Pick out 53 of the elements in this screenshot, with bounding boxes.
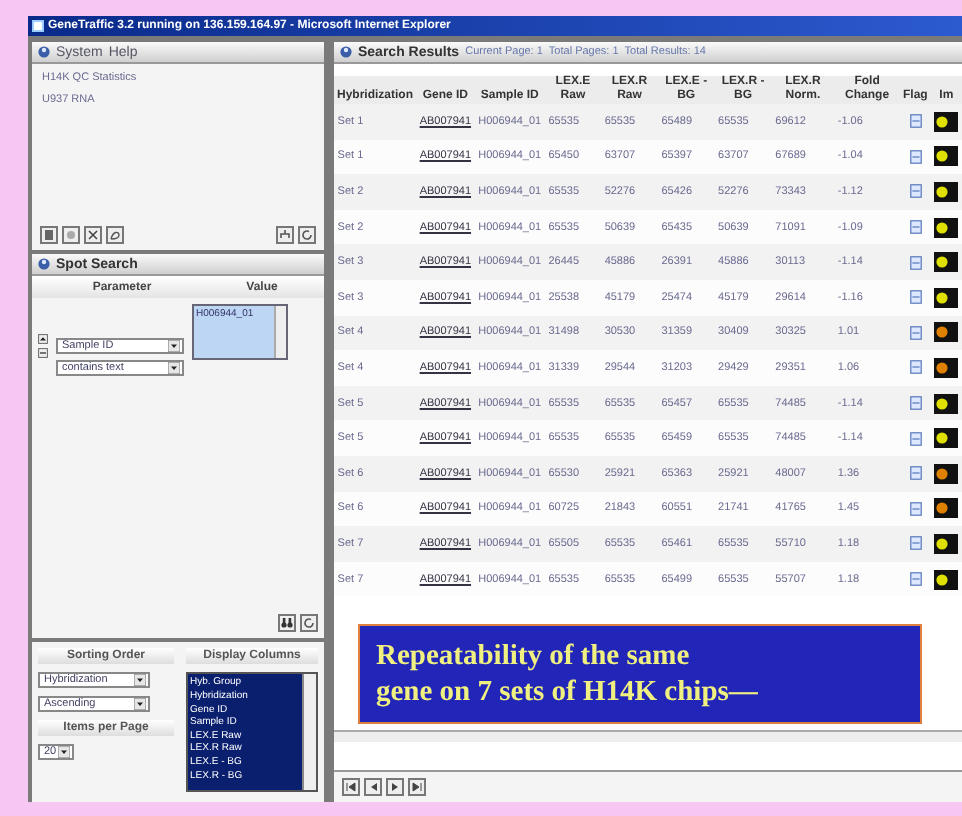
flag-icon[interactable] [909,466,922,481]
remove-icon[interactable] [38,348,48,359]
flag-icon[interactable] [909,290,922,305]
refresh-icon[interactable] [298,226,316,245]
panel-icon [340,46,352,58]
spot-thumbnail [934,322,959,343]
panel-icon [38,46,50,58]
flag-icon[interactable] [909,431,922,446]
spot-thumbnail [934,569,959,590]
spot-thumbnail [934,393,959,414]
refresh-icon[interactable] [300,614,318,633]
flag-icon[interactable] [909,184,922,199]
caret-icon [168,362,180,375]
spot-thumbnail [934,181,959,202]
flag-icon[interactable] [909,536,922,551]
spot-thumbnail [934,533,959,554]
flag-icon[interactable] [909,396,922,411]
spot-thumbnail [934,498,959,519]
spot-thumbnail [934,287,959,308]
flag-icon[interactable] [909,114,922,129]
caret-icon [134,674,146,687]
flag-icon[interactable] [909,501,922,516]
caption-text: gene on 7 sets of H14K chips— [376,674,760,711]
page-icon[interactable] [40,226,58,245]
flag-icon[interactable] [909,220,922,235]
flag-icon[interactable] [909,572,922,587]
spot-thumbnail [934,428,959,449]
spot-thumbnail [934,111,959,132]
spot-thumbnail [934,252,959,273]
flag-icon[interactable] [909,360,922,375]
add-icon[interactable] [38,334,48,345]
browser-icon [32,20,44,32]
caret-icon [58,746,70,759]
spot-thumbnail [934,146,959,167]
next-page-icon[interactable] [386,778,404,796]
caret-icon [168,340,180,353]
spot-thumbnail [934,357,959,378]
spot-thumbnail [934,217,959,238]
previous-page-icon[interactable] [364,778,382,796]
close-icon[interactable] [84,226,102,245]
spot-thumbnail [934,463,959,484]
flag-icon[interactable] [909,255,922,270]
loop-icon[interactable] [106,226,124,245]
flag-icon[interactable] [909,149,922,164]
caption-text: Repeatability of the same [376,638,692,675]
binoculars-icon[interactable] [278,614,296,633]
flag-icon[interactable] [909,325,922,340]
hierarchy-icon[interactable] [276,226,294,245]
last-page-icon[interactable] [408,778,426,796]
first-page-icon[interactable] [342,778,360,796]
caret-icon [134,698,146,711]
circle-icon[interactable] [62,226,80,245]
panel-icon [38,258,50,271]
